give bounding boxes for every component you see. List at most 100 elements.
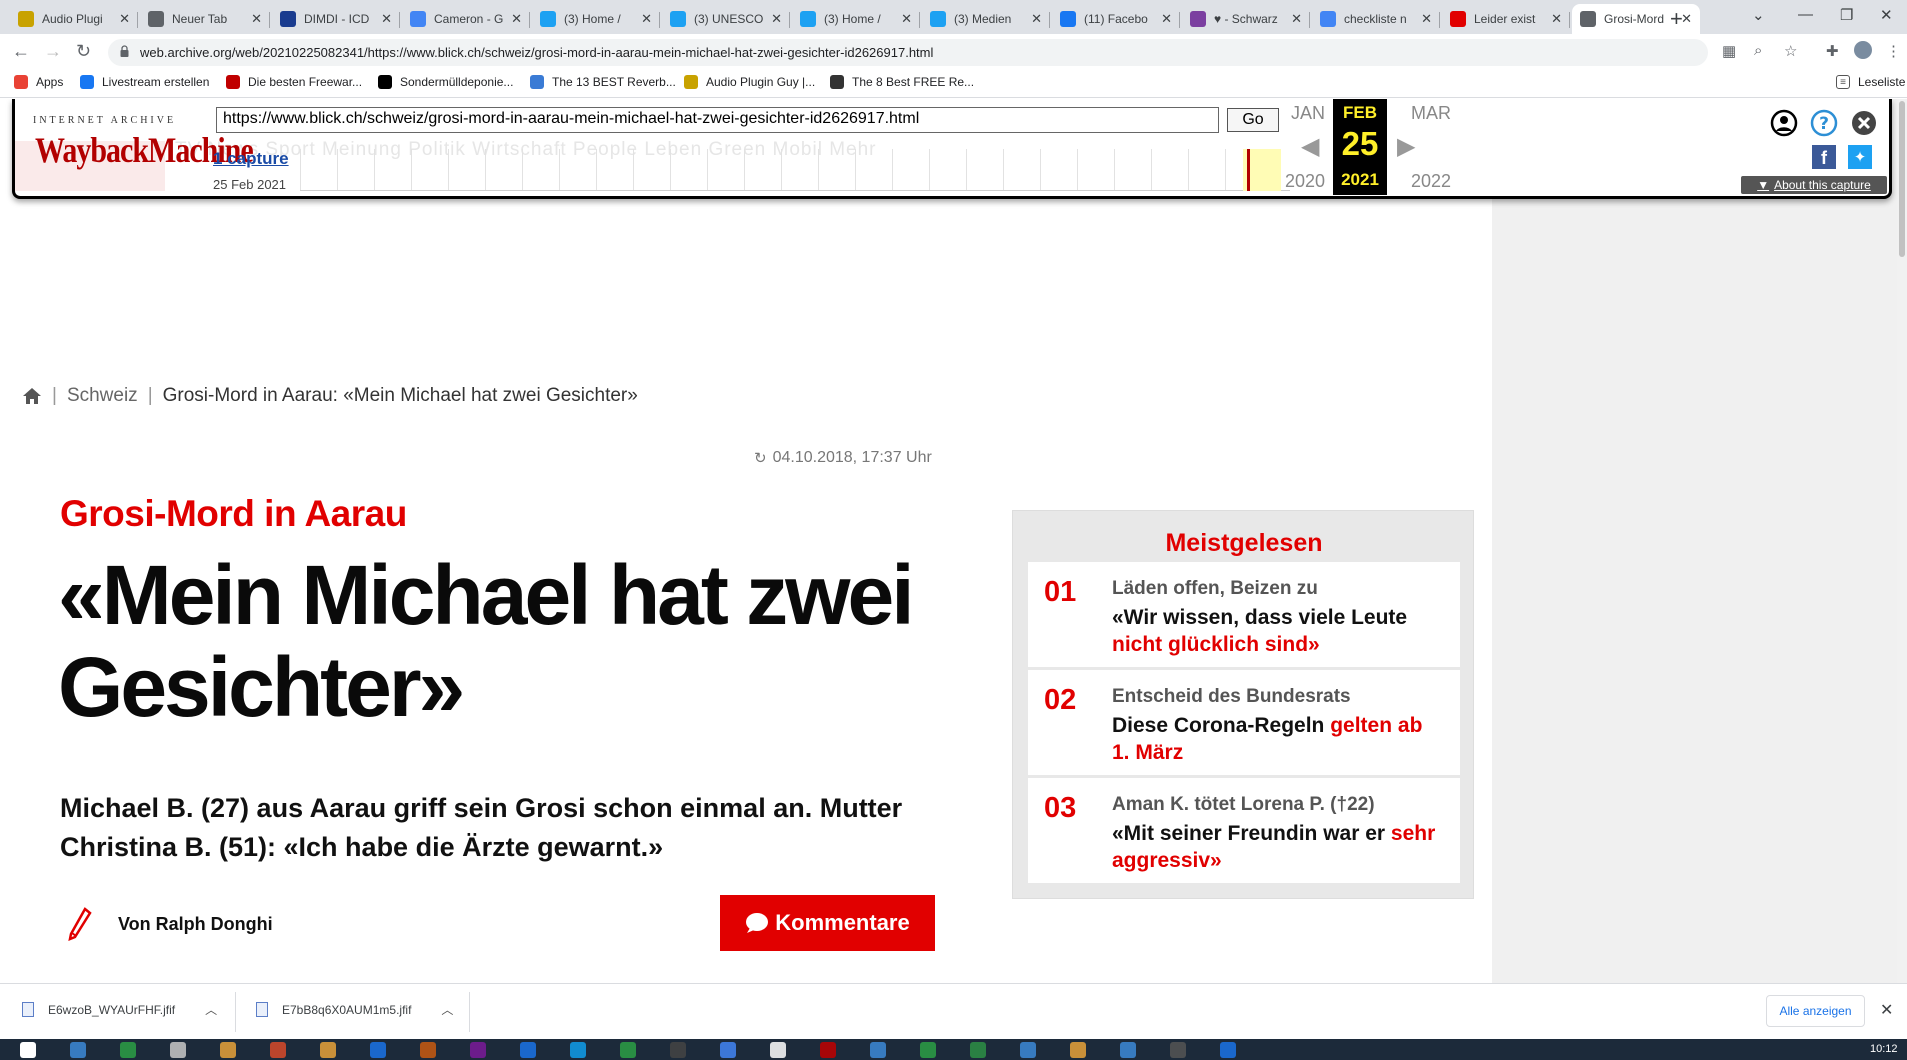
comments-button[interactable]: Kommentare xyxy=(720,895,935,951)
close-tab-icon[interactable]: ✕ xyxy=(381,11,392,27)
edge-icon[interactable] xyxy=(370,1042,386,1058)
wayback-captures-link[interactable]: 1 capture xyxy=(213,149,289,169)
app-icon[interactable] xyxy=(720,1042,736,1058)
help-icon[interactable]: ? xyxy=(1810,109,1838,137)
bookmark-item[interactable]: Sondermülldeponie... xyxy=(378,75,513,89)
back-icon[interactable]: ← xyxy=(12,41,30,62)
search-icon[interactable] xyxy=(70,1042,86,1058)
wayback-next-arrow-icon[interactable]: ▶ xyxy=(1397,132,1415,161)
zoom-icon[interactable]: ⌕ xyxy=(1754,42,1762,59)
forward-icon[interactable]: → xyxy=(44,41,62,62)
qr-code-icon[interactable]: ▦ xyxy=(1722,42,1736,60)
reading-list[interactable]: ≡ Leseliste xyxy=(1836,75,1905,89)
folder-icon[interactable] xyxy=(1070,1042,1086,1058)
whatsapp-icon[interactable] xyxy=(920,1042,936,1058)
close-icon[interactable] xyxy=(1850,109,1878,137)
profile-avatar[interactable] xyxy=(1854,41,1872,59)
most-read-item[interactable]: 02 Entscheid des Bundesrats Diese Corona-R… xyxy=(1028,670,1460,775)
close-window-button[interactable]: ✕ xyxy=(1880,6,1893,24)
tab-11[interactable]: checkliste n ✕ xyxy=(1312,4,1440,34)
close-tab-icon[interactable]: ✕ xyxy=(1161,11,1172,27)
app-icon[interactable] xyxy=(520,1042,536,1058)
app-icon[interactable] xyxy=(420,1042,436,1058)
account-icon[interactable] xyxy=(1770,109,1798,137)
wayback-url-input[interactable]: https://www.blick.ch/schweiz/grosi-mord-… xyxy=(216,107,1219,133)
tab-4[interactable]: Cameron - G ✕ xyxy=(402,4,530,34)
tab-8[interactable]: (3) Medien ✕ xyxy=(922,4,1050,34)
chevron-up-icon[interactable]: ︿ xyxy=(205,1001,217,1018)
wayback-go-button[interactable]: Go xyxy=(1227,108,1279,132)
tab-9[interactable]: (11) Facebo ✕ xyxy=(1052,4,1180,34)
close-tab-icon[interactable]: ✕ xyxy=(1421,11,1432,27)
breadcrumb-section-link[interactable]: Schweiz xyxy=(67,385,138,407)
bookmark-star-icon[interactable]: ☆ xyxy=(1784,42,1797,60)
tab-6[interactable]: (3) UNESCO ✕ xyxy=(662,4,790,34)
show-all-downloads-button[interactable]: Alle anzeigen xyxy=(1766,995,1865,1027)
file-explorer-icon[interactable] xyxy=(170,1042,186,1058)
bookmark-item[interactable]: The 8 Best FREE Re... xyxy=(830,75,974,89)
close-tab-icon[interactable]: ✕ xyxy=(1551,11,1562,27)
tab-1[interactable]: Audio Plugi ✕ xyxy=(10,4,138,34)
close-tab-icon[interactable]: ✕ xyxy=(511,11,522,27)
skype-icon[interactable] xyxy=(620,1042,636,1058)
tab-search-icon[interactable]: ⌄ xyxy=(1752,6,1765,24)
app-icon[interactable] xyxy=(1020,1042,1036,1058)
wayback-prev-arrow-icon[interactable]: ◀ xyxy=(1301,132,1319,161)
tab-7[interactable]: (3) Home / ✕ xyxy=(792,4,920,34)
app-icon[interactable] xyxy=(1220,1042,1236,1058)
facebook-share-icon[interactable]: f xyxy=(1812,145,1836,169)
terminal-icon[interactable] xyxy=(1170,1042,1186,1058)
taskview-icon[interactable] xyxy=(120,1042,136,1058)
most-read-item[interactable]: 03 Aman K. tötet Lorena P. (†22) «Mit sein… xyxy=(1028,778,1460,883)
mail-icon[interactable] xyxy=(220,1042,236,1058)
bookmark-item[interactable]: The 13 BEST Reverb... xyxy=(530,75,676,89)
author-name[interactable]: Von Ralph Donghi xyxy=(118,914,273,935)
close-tab-icon[interactable]: ✕ xyxy=(641,11,652,27)
wayback-next-year[interactable]: 2022 xyxy=(1411,171,1451,192)
voice-icon[interactable] xyxy=(820,1042,836,1058)
close-downloads-icon[interactable]: ✕ xyxy=(1880,1000,1893,1020)
firefox-icon[interactable] xyxy=(320,1042,336,1058)
download-item[interactable]: E6wzoB_WYAUrFHF.jfif ︿ xyxy=(22,1001,217,1018)
most-read-item[interactable]: 01 Läden offen, Beizen zu «Wir wissen, das… xyxy=(1028,562,1460,667)
chevron-up-icon[interactable]: ︿ xyxy=(441,1001,453,1018)
about-capture-button[interactable]: ▼ About this capture xyxy=(1741,176,1887,194)
minimize-button[interactable]: — xyxy=(1798,6,1813,23)
chrome-icon[interactable] xyxy=(270,1042,286,1058)
app-icon[interactable] xyxy=(970,1042,986,1058)
menu-icon[interactable]: ⋮ xyxy=(1886,42,1901,60)
bookmark-item[interactable]: Die besten Freewar... xyxy=(226,75,362,89)
app-icon[interactable] xyxy=(1120,1042,1136,1058)
app-icon[interactable] xyxy=(470,1042,486,1058)
tab-3[interactable]: DIMDI - ICD ✕ xyxy=(272,4,400,34)
scrollbar-thumb[interactable] xyxy=(1899,101,1905,257)
tab-10[interactable]: ♥ - Schwarz ✕ xyxy=(1182,4,1310,34)
app-icon[interactable] xyxy=(870,1042,886,1058)
close-tab-icon[interactable]: ✕ xyxy=(771,11,782,27)
download-item[interactable]: E7bB8q6X0AUM1m5.jfif ︿ xyxy=(256,1001,453,1018)
tab-12[interactable]: Leider exist ✕ xyxy=(1442,4,1570,34)
maximize-button[interactable]: ❐ xyxy=(1840,6,1853,24)
close-tab-icon[interactable]: ✕ xyxy=(1291,11,1302,27)
home-icon[interactable] xyxy=(22,387,42,405)
new-tab-button[interactable]: + xyxy=(1670,6,1683,32)
extensions-icon[interactable]: ✚ xyxy=(1826,42,1839,60)
close-tab-icon[interactable]: ✕ xyxy=(1031,11,1042,27)
bookmark-item[interactable]: Livestream erstellen xyxy=(80,75,209,89)
telegram-icon[interactable] xyxy=(570,1042,586,1058)
wayback-prev-year[interactable]: 2020 xyxy=(1285,171,1325,192)
tab-5[interactable]: (3) Home / ✕ xyxy=(532,4,660,34)
windows-start-icon[interactable] xyxy=(20,1042,36,1058)
bookmark-item[interactable]: Apps xyxy=(14,75,63,89)
twitter-share-icon[interactable]: ✦ xyxy=(1848,145,1872,169)
close-tab-icon[interactable]: ✕ xyxy=(251,11,262,27)
address-bar[interactable]: web.archive.org/web/20210225082341/https… xyxy=(108,39,1708,66)
close-tab-icon[interactable]: ✕ xyxy=(119,11,130,27)
app-icon[interactable] xyxy=(670,1042,686,1058)
tab-2[interactable]: Neuer Tab ✕ xyxy=(140,4,270,34)
close-tab-icon[interactable]: ✕ xyxy=(901,11,912,27)
wayback-sparkline[interactable] xyxy=(300,149,1290,191)
reload-icon[interactable]: ↻ xyxy=(76,41,91,62)
x-icon[interactable] xyxy=(770,1042,786,1058)
bookmark-item[interactable]: Audio Plugin Guy |... xyxy=(684,75,815,89)
